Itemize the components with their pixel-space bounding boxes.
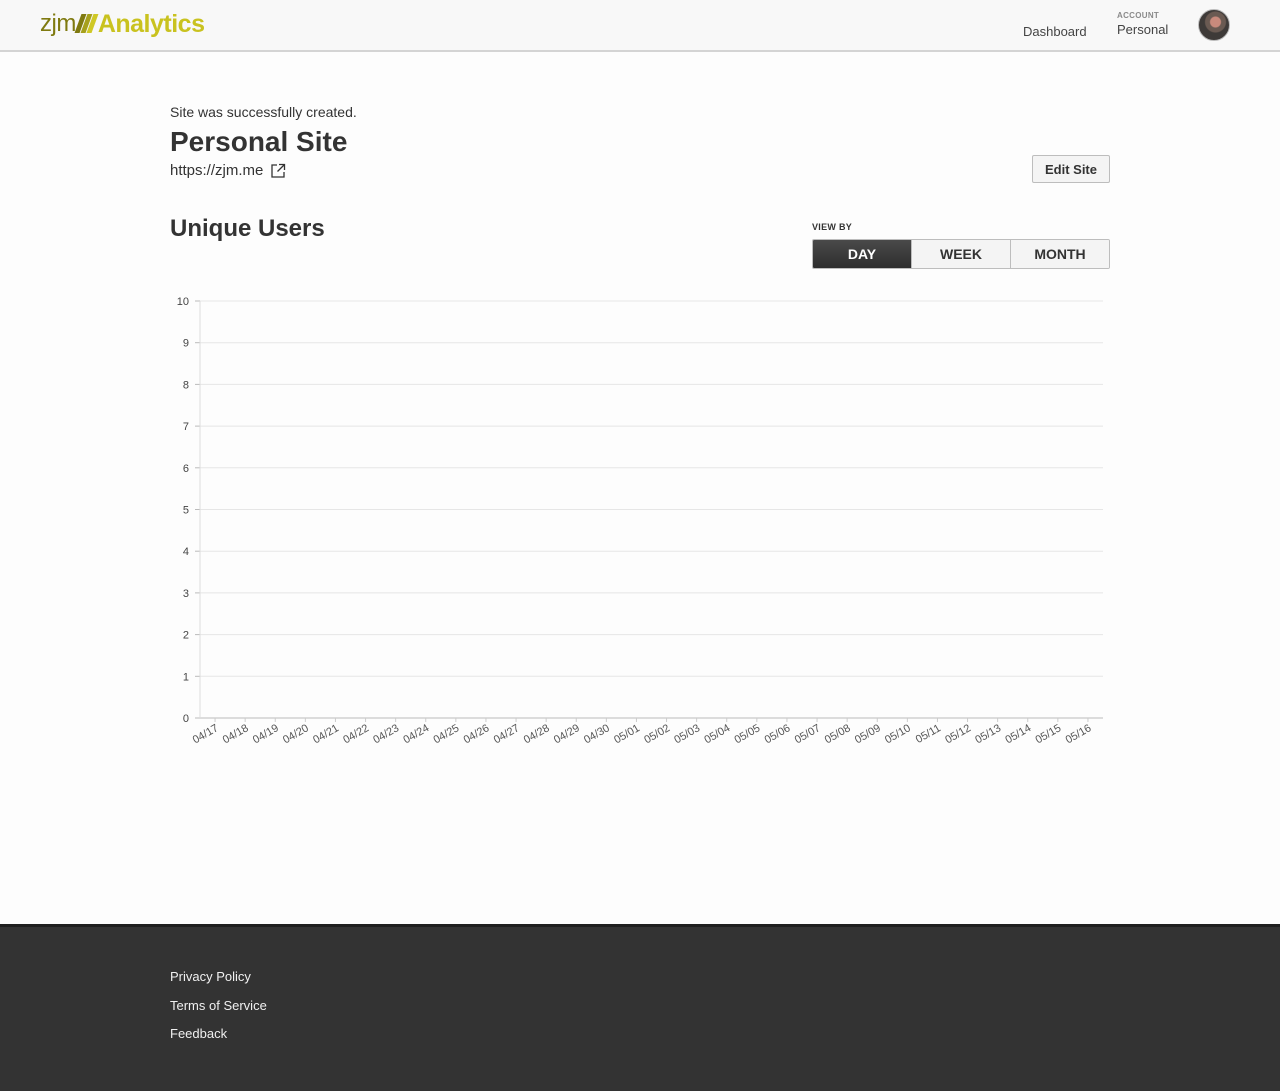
x-tick-label: 05/08 — [823, 722, 853, 746]
y-tick-label: 1 — [183, 671, 189, 683]
x-tick-label: 04/18 — [221, 722, 251, 746]
footer-terms-link[interactable]: Terms of Service — [170, 998, 267, 1013]
external-link-icon[interactable] — [270, 163, 286, 179]
site-url-row: https://zjm.me — [170, 162, 286, 179]
y-tick-label: 5 — [183, 505, 189, 517]
x-tick-label: 05/14 — [1003, 722, 1033, 746]
x-tick-label: 05/05 — [733, 722, 763, 746]
flash-message: Site was successfully created. — [170, 104, 357, 120]
account-label: ACCOUNT — [1117, 11, 1160, 20]
top-navbar: zjm Analytics Dashboard ACCOUNT Personal — [0, 0, 1280, 52]
footer-privacy-link[interactable]: Privacy Policy — [170, 969, 251, 984]
y-tick-label: 0 — [183, 713, 189, 725]
site-url-text: https://zjm.me — [170, 162, 264, 179]
avatar[interactable] — [1198, 9, 1230, 41]
y-tick-label: 6 — [183, 463, 189, 475]
edit-site-button[interactable]: Edit Site — [1032, 155, 1110, 183]
account-menu[interactable]: ACCOUNT Personal — [1117, 11, 1168, 37]
y-tick-label: 3 — [183, 588, 189, 600]
x-tick-label: 04/21 — [311, 722, 341, 746]
y-tick-label: 9 — [183, 338, 189, 350]
x-tick-label: 05/07 — [793, 722, 823, 746]
x-tick-label: 04/17 — [191, 722, 221, 746]
x-tick-label: 05/12 — [943, 722, 973, 746]
x-tick-label: 05/06 — [763, 722, 793, 746]
x-tick-label: 04/23 — [371, 722, 401, 746]
y-tick-label: 4 — [183, 546, 189, 558]
brand-prefix: zjm — [40, 10, 76, 37]
section-title: Unique Users — [170, 215, 325, 242]
view-by-week-button[interactable]: WEEK — [911, 240, 1010, 268]
y-tick-label: 7 — [183, 421, 189, 433]
x-tick-label: 05/15 — [1034, 722, 1064, 746]
x-tick-label: 04/24 — [401, 722, 431, 746]
x-tick-label: 04/19 — [251, 722, 281, 746]
nav-dashboard-link[interactable]: Dashboard — [1023, 24, 1087, 39]
y-tick-label: 2 — [183, 630, 189, 642]
brand-name: Analytics — [97, 9, 205, 38]
account-value: Personal — [1117, 22, 1169, 37]
x-tick-label: 04/26 — [462, 722, 492, 746]
x-tick-label: 05/13 — [973, 722, 1003, 746]
y-tick-label: 8 — [183, 379, 189, 391]
x-tick-label: 05/09 — [853, 722, 883, 746]
x-tick-label: 05/03 — [672, 722, 702, 746]
brand-stripes-icon — [74, 14, 99, 34]
view-by-label: VIEW BY — [812, 222, 853, 232]
x-tick-label: 04/27 — [492, 722, 522, 746]
x-tick-label: 05/10 — [883, 722, 913, 746]
x-tick-label: 05/04 — [702, 722, 732, 746]
x-tick-label: 04/30 — [582, 722, 612, 746]
x-tick-label: 04/28 — [522, 722, 552, 746]
x-tick-label: 05/01 — [612, 722, 642, 746]
x-tick-label: 05/11 — [914, 722, 943, 746]
x-tick-label: 04/20 — [281, 722, 311, 746]
x-tick-label: 05/02 — [642, 722, 672, 746]
unique-users-chart: 01234567891004/17 04/18 04/19 04/20 04/21 04/… — [177, 296, 1103, 746]
footer-feedback-link[interactable]: Feedback — [170, 1026, 227, 1041]
footer: Privacy Policy Terms of Service Feedback — [0, 924, 1280, 1091]
x-tick-label: 04/29 — [552, 722, 582, 746]
view-by-month-button[interactable]: MONTH — [1010, 240, 1109, 268]
x-tick-label: 04/25 — [432, 722, 462, 746]
y-tick-label: 10 — [177, 296, 189, 308]
view-by-toggle: DAY WEEK MONTH — [812, 239, 1110, 269]
view-by-day-button[interactable]: DAY — [813, 240, 911, 268]
x-tick-label: 05/16 — [1064, 722, 1094, 746]
x-tick-label: 04/22 — [341, 722, 371, 746]
brand-logo[interactable]: zjm Analytics — [40, 9, 205, 39]
page-title: Personal Site — [170, 126, 348, 157]
